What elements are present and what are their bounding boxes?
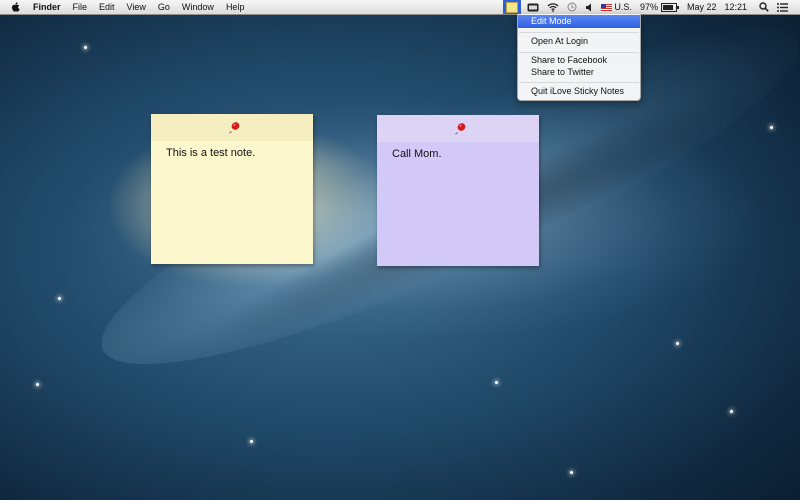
sticky-note-icon	[506, 1, 519, 13]
input-source-label[interactable]: U.S.	[614, 0, 632, 14]
sticky-notes-status-item[interactable]	[503, 0, 522, 14]
push-pin-icon	[455, 123, 466, 135]
time-machine-icon[interactable]	[567, 0, 577, 14]
star	[495, 381, 498, 384]
push-pin-icon	[229, 122, 240, 134]
menu-separator	[519, 52, 639, 53]
us-flag-icon[interactable]	[601, 3, 613, 11]
note-text[interactable]: This is a test note.	[166, 147, 255, 159]
star	[770, 126, 773, 129]
star	[250, 440, 253, 443]
star	[730, 410, 733, 413]
star	[676, 342, 679, 345]
notification-center-icon[interactable]	[777, 0, 788, 14]
menu-item-edit-mode[interactable]: Edit Mode	[518, 15, 640, 28]
menu-window[interactable]: Window	[182, 0, 214, 14]
date-label[interactable]: May 22	[687, 0, 717, 14]
menu-item-quit[interactable]: Quit iLove Sticky Notes	[518, 85, 640, 98]
battery-percent[interactable]: 97%	[640, 0, 658, 14]
menu-item-share-twitter[interactable]: Share to Twitter	[518, 66, 640, 79]
menu-help[interactable]: Help	[226, 0, 245, 14]
clock-label[interactable]: 12:21	[724, 0, 747, 14]
menu-item-open-at-login[interactable]: Open At Login	[518, 35, 640, 48]
menu-file[interactable]: File	[73, 0, 88, 14]
battery-icon[interactable]	[660, 2, 679, 12]
menu-edit[interactable]: Edit	[99, 0, 115, 14]
menu-go[interactable]: Go	[158, 0, 170, 14]
star	[84, 46, 87, 49]
sticky-note-yellow[interactable]: This is a test note.	[151, 114, 313, 264]
menu-finder[interactable]: Finder	[33, 0, 61, 14]
apple-icon[interactable]	[10, 1, 22, 13]
menu-separator	[519, 32, 639, 33]
mic-icon[interactable]	[527, 0, 539, 14]
menu-view[interactable]: View	[127, 0, 146, 14]
spotlight-search-icon[interactable]	[759, 0, 769, 14]
sticky-note-purple[interactable]: Call Mom.	[377, 115, 539, 266]
sticky-notes-menu: Edit Mode Open At Login Share to Faceboo…	[517, 14, 641, 101]
star	[58, 297, 61, 300]
wifi-icon[interactable]	[547, 0, 559, 14]
star	[36, 383, 39, 386]
menu-separator	[519, 82, 639, 83]
volume-icon[interactable]	[585, 0, 593, 14]
note-text[interactable]: Call Mom.	[392, 148, 442, 160]
menu-bar: Finder File Edit View Go Window Help U.S…	[0, 0, 800, 15]
star	[570, 471, 573, 474]
